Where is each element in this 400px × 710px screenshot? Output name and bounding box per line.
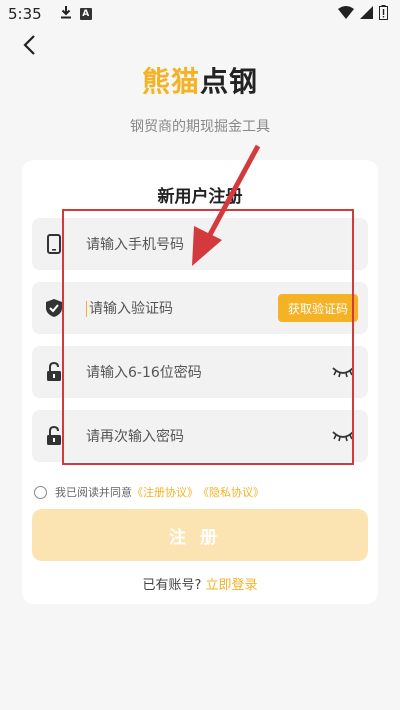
eye-closed-icon[interactable] [332,364,354,378]
status-time: 5:35 [8,5,42,23]
shield-check-icon [32,282,76,334]
back-button[interactable] [16,34,42,60]
code-field[interactable]: 请输入验证码 获取验证码 [32,282,368,334]
register-button[interactable]: 注册 [32,509,368,561]
password-field[interactable]: 请输入6-16位密码 [32,346,368,398]
brand-accent-text: 熊猫 [141,65,200,98]
brand-subtitle: 钢贸商的期现掘金工具 [130,119,270,135]
brand-title: 熊猫点钢 [0,60,400,100]
form-title: 新用户注册 [157,187,243,207]
notification-a-icon: A [79,8,92,20]
privacy-agreement-link[interactable]: 《隐私协议》 [198,484,264,500]
lock-icon [32,346,76,398]
confirm-password-input[interactable]: 请再次输入密码 [86,426,368,446]
agreement-prefix: 我已阅读并同意 [55,486,132,499]
back-icon [22,34,36,60]
status-bar: 5:35 A [0,0,400,28]
text-cursor [86,301,87,317]
download-icon [60,5,72,23]
status-left: 5:35 A [8,5,92,23]
register-agreement-link[interactable]: 《注册协议》 [132,484,198,500]
eye-closed-icon[interactable] [332,428,354,442]
password-input[interactable]: 请输入6-16位密码 [86,362,368,382]
code-placeholder: 请输入验证码 [89,301,173,317]
login-row: 已有账号? 立即登录 [0,574,400,593]
status-right [338,4,388,24]
login-prompt: 已有账号? [142,578,202,593]
wifi-icon [338,5,354,23]
lock-icon [32,410,76,462]
brand-dark-text: 点钢 [200,65,259,98]
agreement-row: 我已阅读并同意 《注册协议》 《隐私协议》 [34,484,264,500]
get-code-button[interactable]: 获取验证码 [277,294,358,322]
confirm-password-field[interactable]: 请再次输入密码 [32,410,368,462]
phone-field[interactable]: 请输入手机号码 [32,218,368,270]
signal-icon [360,5,373,23]
login-link[interactable]: 立即登录 [206,578,258,593]
phone-icon [32,218,76,270]
agreement-checkbox[interactable] [34,485,47,499]
phone-input[interactable]: 请输入手机号码 [86,234,368,254]
battery-icon [379,4,388,24]
